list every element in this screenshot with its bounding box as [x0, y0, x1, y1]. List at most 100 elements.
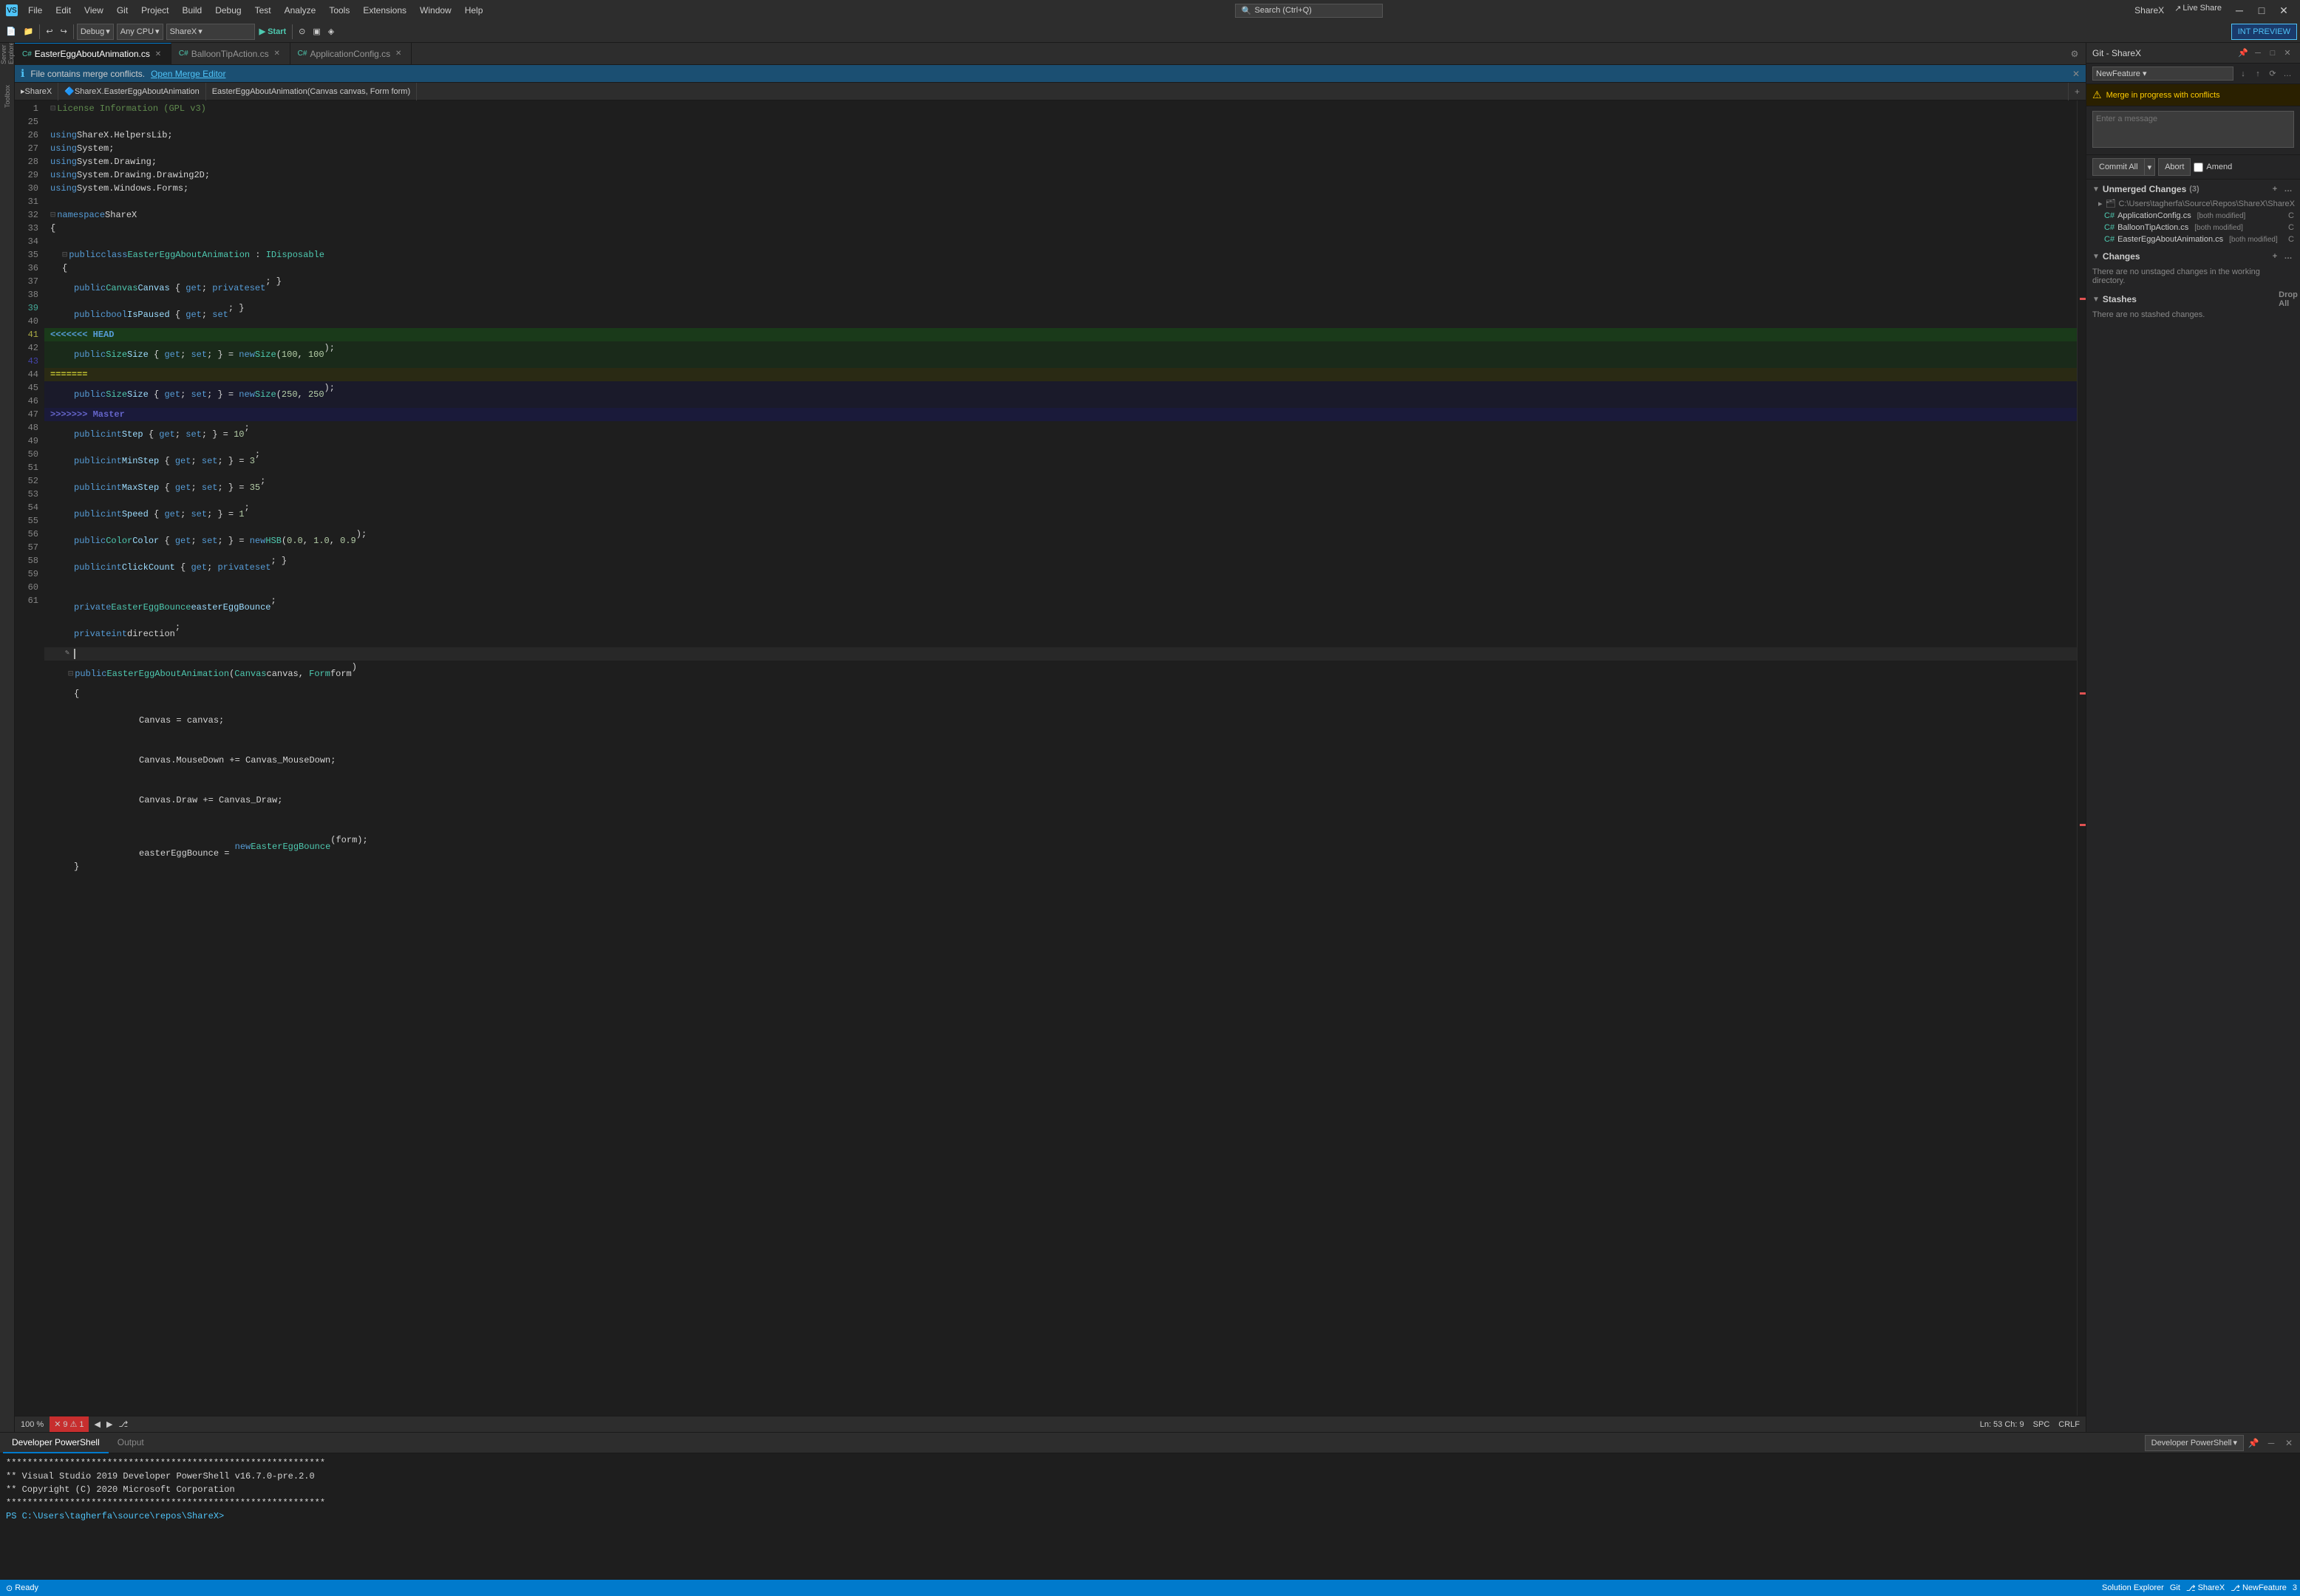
info-bar-close-btn[interactable]: ✕	[2072, 69, 2080, 79]
start-btn[interactable]: ▶ Start	[256, 24, 290, 40]
git-panel-pin-icon[interactable]: 📌	[2236, 47, 2250, 60]
git-sharex-status[interactable]: ⎇ ShareX	[2183, 1583, 2228, 1593]
terminal-line-copyright: ** Copyright (C) 2020 Microsoft Corporat…	[6, 1483, 2294, 1496]
tab-bar-right: ⚙	[2066, 46, 2086, 62]
errors-status[interactable]: ✕ 9 ⚠ 1	[50, 1416, 88, 1433]
menu-tools[interactable]: Tools	[323, 4, 355, 17]
toolbar-new[interactable]: 📄	[3, 24, 19, 40]
terminal-dropdown[interactable]: Developer PowerShell ▾	[2145, 1435, 2244, 1451]
git-abort-btn[interactable]: Abort	[2158, 158, 2191, 176]
menu-window[interactable]: Window	[414, 4, 457, 17]
tab-balloon-tip[interactable]: C# BalloonTipAction.cs ✕	[171, 43, 290, 65]
bottom-pin-icon[interactable]: 📌	[2245, 1435, 2262, 1451]
maximize-btn[interactable]: □	[2251, 0, 2272, 21]
nav-forward-btn[interactable]: ▶	[106, 1419, 112, 1429]
git-fetch-icon[interactable]: ↓	[2236, 67, 2250, 81]
tab-developer-powershell[interactable]: Developer PowerShell	[3, 1433, 109, 1453]
toolbar-various2[interactable]: ▣	[310, 24, 323, 40]
code-content[interactable]: ⊟ License Information (GPL v3) using Sha…	[44, 100, 2077, 1416]
toolbar-various1[interactable]: ⊙	[296, 24, 308, 40]
git-file-appconfig[interactable]: C# ApplicationConfig.cs [both modified] …	[2086, 210, 2300, 222]
terminal-content[interactable]: ****************************************…	[0, 1453, 2300, 1580]
toolbar-undo[interactable]: ↩	[43, 24, 55, 40]
folder-icon: ▸	[2098, 199, 2103, 208]
live-share-btn[interactable]: ↗ Live Share	[2168, 0, 2228, 16]
git-pull-icon[interactable]: ⟳	[2266, 67, 2279, 81]
git-push-icon[interactable]: ↑	[2251, 67, 2265, 81]
git-add-icon[interactable]: +	[2269, 183, 2281, 195]
git-panel-maximize-icon[interactable]: □	[2266, 47, 2279, 60]
toolbox-icon[interactable]: Toolbox	[1, 90, 13, 102]
status-tab-git[interactable]: Git	[2167, 1583, 2183, 1592]
status-tab-solution-explorer[interactable]: Solution Explorer	[2099, 1583, 2167, 1592]
git-panel-close-icon[interactable]: ✕	[2281, 47, 2294, 60]
menu-git[interactable]: Git	[111, 4, 134, 17]
int-preview-button[interactable]: INT PREVIEW	[2231, 24, 2297, 40]
fold-icon[interactable]: ⊟	[68, 667, 73, 681]
fold-icon[interactable]: ⊟	[50, 102, 55, 115]
project-dropdown[interactable]: ShareX ▾	[166, 24, 255, 40]
code-line-45: public int MinStep { get; set; } = 3;	[44, 448, 2077, 474]
menu-edit[interactable]: Edit	[50, 4, 77, 17]
menu-debug[interactable]: Debug	[209, 4, 247, 17]
git-file-easteregg[interactable]: C# EasterEggAboutAnimation.cs [both modi…	[2086, 233, 2300, 245]
git-amend-checkbox[interactable]: Amend	[2194, 163, 2232, 172]
conflict-count-status[interactable]: 3	[2290, 1583, 2300, 1592]
menu-build[interactable]: Build	[177, 4, 208, 17]
title-bar: VS File Edit View Git Project Build Debu…	[0, 0, 2300, 21]
platform-dropdown[interactable]: Any CPU ▾	[117, 24, 163, 40]
tab-easter-egg[interactable]: C# EasterEggAboutAnimation.cs ✕	[15, 43, 171, 65]
toolbar-open[interactable]: 📁	[21, 24, 37, 40]
close-btn[interactable]: ✕	[2273, 0, 2294, 21]
menu-file[interactable]: File	[22, 4, 48, 17]
nav-add-btn[interactable]: +	[2068, 83, 2086, 100]
git-commit-message-input[interactable]	[2092, 111, 2294, 148]
ready-status[interactable]: ⊙ Ready	[0, 1583, 44, 1593]
nav-project[interactable]: ▸ ShareX	[15, 83, 58, 100]
git-branch-select[interactable]: NewFeature ▾	[2092, 66, 2233, 81]
new-feature-status[interactable]: ⎇ NewFeature	[2228, 1583, 2290, 1593]
git-more-icon[interactable]: …	[2281, 67, 2294, 81]
menu-extensions[interactable]: Extensions	[357, 4, 412, 17]
git-changes-header[interactable]: ▼ Changes + …	[2086, 248, 2300, 265]
tab-close-easter-egg[interactable]: ✕	[153, 49, 163, 59]
open-merge-editor-link[interactable]: Open Merge Editor	[151, 69, 225, 79]
tab-app-config[interactable]: C# ApplicationConfig.cs ✕	[290, 43, 412, 65]
bottom-close-icon[interactable]: ✕	[2281, 1435, 2297, 1451]
toolbar-redo[interactable]: ↪	[58, 24, 70, 40]
tab-output[interactable]: Output	[109, 1433, 153, 1453]
int-preview-btn[interactable]: INT PREVIEW	[2231, 24, 2297, 40]
menu-analyze[interactable]: Analyze	[279, 4, 322, 17]
git-more-icon[interactable]: …	[2282, 183, 2294, 195]
debug-mode-dropdown[interactable]: Debug ▾	[77, 24, 114, 40]
git-amend-input[interactable]	[2194, 163, 2203, 172]
menu-test[interactable]: Test	[249, 4, 277, 17]
bottom-minimize-icon[interactable]: ─	[2263, 1435, 2279, 1451]
zoom-level[interactable]: 100 %	[21, 1420, 44, 1429]
tab-close-appconfig[interactable]: ✕	[393, 49, 404, 59]
git-unmerged-header[interactable]: ▼ Unmerged Changes (3) + …	[2086, 181, 2300, 197]
git-file-balloontip[interactable]: C# BalloonTipAction.cs [both modified] C	[2086, 222, 2300, 233]
git-panel-minimize-icon[interactable]: ─	[2251, 47, 2265, 60]
git-commit-dropdown-arrow[interactable]: ▾	[2144, 158, 2156, 176]
tab-close-balloon[interactable]: ✕	[272, 49, 282, 59]
git-changes-add-icon[interactable]: +	[2269, 250, 2281, 262]
toolbar-various3[interactable]: ◈	[325, 24, 337, 40]
fold-icon[interactable]: ⊟	[50, 208, 55, 222]
git-branch-status[interactable]: ⎇	[118, 1419, 128, 1429]
git-stashes-header[interactable]: ▼ Stashes Drop All	[2086, 291, 2300, 307]
search-input[interactable]: 🔍 Search (Ctrl+Q)	[1235, 4, 1383, 18]
menu-project[interactable]: Project	[135, 4, 174, 17]
server-explorer-icon[interactable]: Server Explorer	[1, 46, 13, 58]
nav-method[interactable]: EasterEggAboutAnimation(Canvas canvas, F…	[206, 83, 417, 100]
minimize-btn[interactable]: ─	[2229, 0, 2250, 21]
menu-help[interactable]: Help	[459, 4, 489, 17]
fold-icon[interactable]: ⊟	[62, 248, 67, 262]
nav-namespace[interactable]: 🔷 ShareX.EasterEggAboutAnimation	[58, 83, 205, 100]
git-drop-all-btn[interactable]: Drop All	[2282, 293, 2294, 305]
git-commit-all-btn[interactable]: Commit All	[2092, 158, 2144, 176]
nav-back-btn[interactable]: ◀	[95, 1419, 101, 1429]
git-changes-more-icon[interactable]: …	[2282, 250, 2294, 262]
menu-view[interactable]: View	[78, 4, 109, 17]
tab-settings-icon[interactable]: ⚙	[2066, 46, 2083, 62]
